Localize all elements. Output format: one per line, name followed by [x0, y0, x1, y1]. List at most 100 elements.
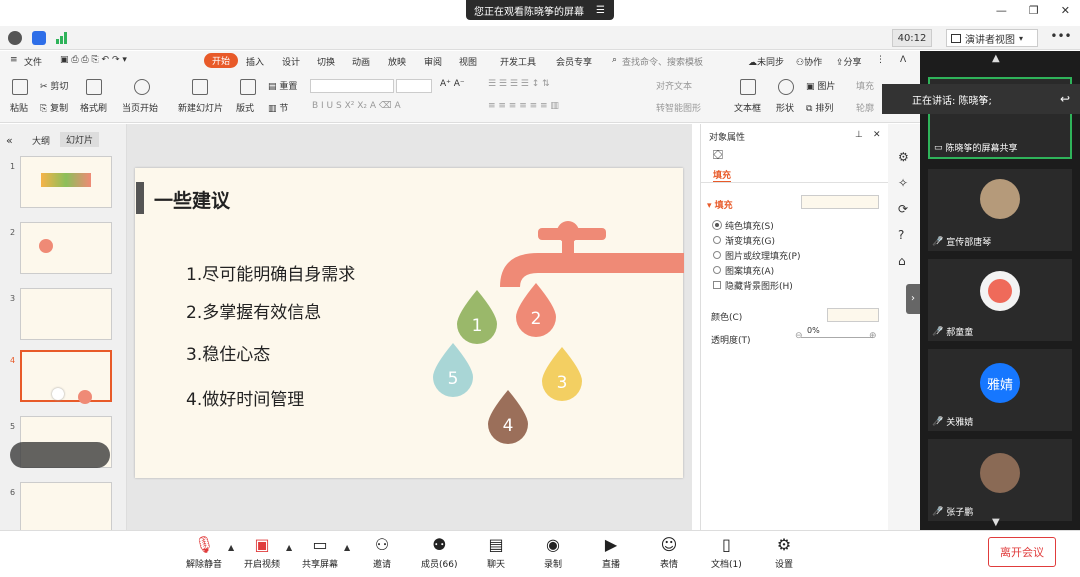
minimize-icon[interactable]: — [996, 4, 1007, 17]
slide-item-4[interactable]: 4.做好时间管理 [186, 385, 304, 410]
paragraph-buttons[interactable]: ☰ ☰ ☰ ☰ ↕ ⇅ [488, 79, 550, 89]
collapse-panel-icon[interactable]: « [6, 134, 13, 147]
presenter-view-button[interactable]: 演讲者视图 ▾ [946, 29, 1038, 47]
collapse-ribbon-icon[interactable]: ᐱ [900, 55, 906, 65]
backup-icon[interactable]: ⌂ [898, 254, 906, 268]
format-painter-icon[interactable] [86, 79, 102, 95]
radio-solid[interactable] [713, 221, 721, 229]
picture-button[interactable]: ▣ 图片 [806, 79, 835, 92]
info-icon[interactable] [8, 31, 22, 45]
video-tile-2[interactable]: 🎤̸ 宣传部唐琴 [928, 169, 1072, 251]
magic-icon[interactable]: ✧ [898, 176, 908, 190]
help-icon[interactable]: ? [898, 228, 904, 242]
transform-icon[interactable]: ⟳ [898, 202, 908, 216]
chat-button[interactable]: ▤ 聊天 [486, 535, 506, 570]
align-buttons[interactable]: ≡ ≡ ≡ ≡ ≡ ≡ ▥ [488, 101, 559, 111]
outline-button[interactable]: 轮廓 [856, 101, 874, 114]
settings-button[interactable]: ⚙ 设置 [774, 535, 794, 570]
slide-thumb-2[interactable] [20, 222, 112, 274]
close-icon[interactable]: ✕ [1061, 4, 1070, 17]
transparency-slider[interactable] [801, 337, 873, 338]
expand-panel-icon[interactable]: › [906, 284, 920, 314]
align-text-button[interactable]: 对齐文本 [656, 79, 692, 92]
paste-icon[interactable] [12, 79, 28, 95]
list-icon[interactable]: ☰ [596, 5, 605, 16]
slide-thumb-4[interactable] [20, 350, 112, 404]
slide-thumb-1[interactable] [20, 156, 112, 208]
section-button[interactable]: ▥ 节 [268, 101, 288, 114]
live-button[interactable]: ▶ 直播 [601, 535, 621, 570]
slide-item-2[interactable]: 2.多掌握有效信息 [186, 298, 321, 323]
tab-transition[interactable]: 切换 [317, 55, 335, 68]
tab-slideshow[interactable]: 放映 [388, 55, 406, 68]
scroll-down-icon[interactable]: ▼ [992, 517, 1000, 528]
option-pattern[interactable]: 图案填充(A) [725, 264, 774, 277]
textbox-icon[interactable] [740, 79, 756, 95]
chevron-up-icon[interactable]: ▲ [286, 543, 292, 552]
video-tile-4[interactable]: 雅婧 🎤̸ 关雅婧 [928, 349, 1072, 431]
collab-button[interactable]: ⚇协作 [796, 55, 822, 68]
tab-fill[interactable]: 填充 [713, 168, 732, 183]
radio-gradient[interactable] [713, 236, 721, 244]
fill-section-label[interactable]: ▾ 填充 [707, 198, 733, 211]
emoji-button[interactable]: ☺ 表情 [659, 535, 679, 570]
radio-picture[interactable] [713, 251, 721, 259]
properties-icon[interactable]: ⚙ [898, 150, 909, 164]
radio-pattern[interactable] [713, 266, 721, 274]
smart-graphic-button[interactable]: 转智能图形 [656, 101, 701, 114]
layout-button[interactable]: 版式 [236, 101, 254, 114]
font-name-box[interactable] [310, 79, 394, 93]
record-button[interactable]: ◉ 录制 [543, 535, 563, 570]
video-tile-3[interactable]: 🎤̸ 郝童童 [928, 259, 1072, 341]
chevron-up-icon[interactable]: ▲ [344, 543, 350, 552]
tab-view[interactable]: 视图 [459, 55, 477, 68]
floating-toolbar[interactable] [10, 442, 110, 468]
plus-icon[interactable]: ⊕ [869, 331, 877, 341]
panel-header[interactable]: 对象属性 [709, 130, 745, 143]
shape-button[interactable]: 形状 [776, 101, 794, 114]
fill-color-dropdown[interactable] [801, 195, 879, 209]
back-icon[interactable]: ↩ [1060, 92, 1070, 106]
play-icon[interactable] [134, 79, 150, 95]
fill-bucket-icon[interactable]: ⛋ [713, 148, 723, 163]
slide-thumb-6[interactable] [20, 482, 112, 534]
scroll-up-icon[interactable]: ▲ [992, 53, 1000, 64]
slide-item-3[interactable]: 3.稳住心态 [186, 340, 270, 365]
more-options-button[interactable]: ••• [1050, 29, 1072, 47]
restore-icon[interactable]: ❐ [1029, 4, 1039, 17]
slide-item-1[interactable]: 1.尽可能明确自身需求 [186, 260, 355, 285]
play-from-current[interactable]: 当页开始 [122, 101, 158, 114]
fill-button[interactable]: 填充 [856, 79, 874, 92]
reset-button[interactable]: ▤ 重置 [268, 79, 297, 92]
arrange-button[interactable]: ⧉ 排列 [806, 101, 833, 114]
color-dropdown[interactable] [827, 308, 879, 322]
format-painter-label[interactable]: 格式刷 [80, 101, 107, 114]
option-gradient[interactable]: 渐变填充(G) [725, 234, 775, 247]
hamburger-icon[interactable]: ≡ [10, 55, 18, 65]
signal-icon[interactable] [56, 32, 68, 44]
checkbox-hide-bg[interactable] [713, 281, 721, 289]
tab-review[interactable]: 审阅 [424, 55, 442, 68]
tab-start[interactable]: 开始 [204, 53, 239, 68]
text-format-buttons[interactable]: B I U S X² X₂ A ⌫ A [312, 101, 401, 111]
option-solid[interactable]: 纯色填充(S) [725, 219, 774, 232]
tab-design[interactable]: 设计 [282, 55, 300, 68]
tab-member[interactable]: 会员专享 [556, 55, 592, 68]
share-button[interactable]: ⇪分享 [836, 55, 862, 68]
more-menu-icon[interactable]: ⋮ [876, 55, 885, 65]
close-icon[interactable]: ✕ [873, 130, 881, 140]
tab-slides[interactable]: 幻灯片 [60, 132, 100, 147]
font-size-box[interactable] [396, 79, 432, 93]
slide-title[interactable]: 一些建议 [154, 186, 230, 213]
video-tile-5[interactable]: 🎤̸ 张子鹏 [928, 439, 1072, 521]
members-button[interactable]: ⚉ 成员(66) [421, 535, 457, 570]
option-hide-bg[interactable]: 隐藏背景图形(H) [725, 279, 793, 292]
shape-icon[interactable] [778, 79, 794, 95]
unmute-button[interactable]: 🎙 解除静音 [186, 535, 222, 570]
sync-status[interactable]: ☁未同步 [748, 55, 784, 68]
leave-meeting-button[interactable]: 离开会议 [988, 537, 1056, 567]
chevron-up-icon[interactable]: ▲ [228, 543, 234, 552]
tab-animation[interactable]: 动画 [352, 55, 370, 68]
layout-icon[interactable] [240, 79, 256, 95]
command-search[interactable]: 查找命令、搜索模板 [622, 55, 703, 68]
